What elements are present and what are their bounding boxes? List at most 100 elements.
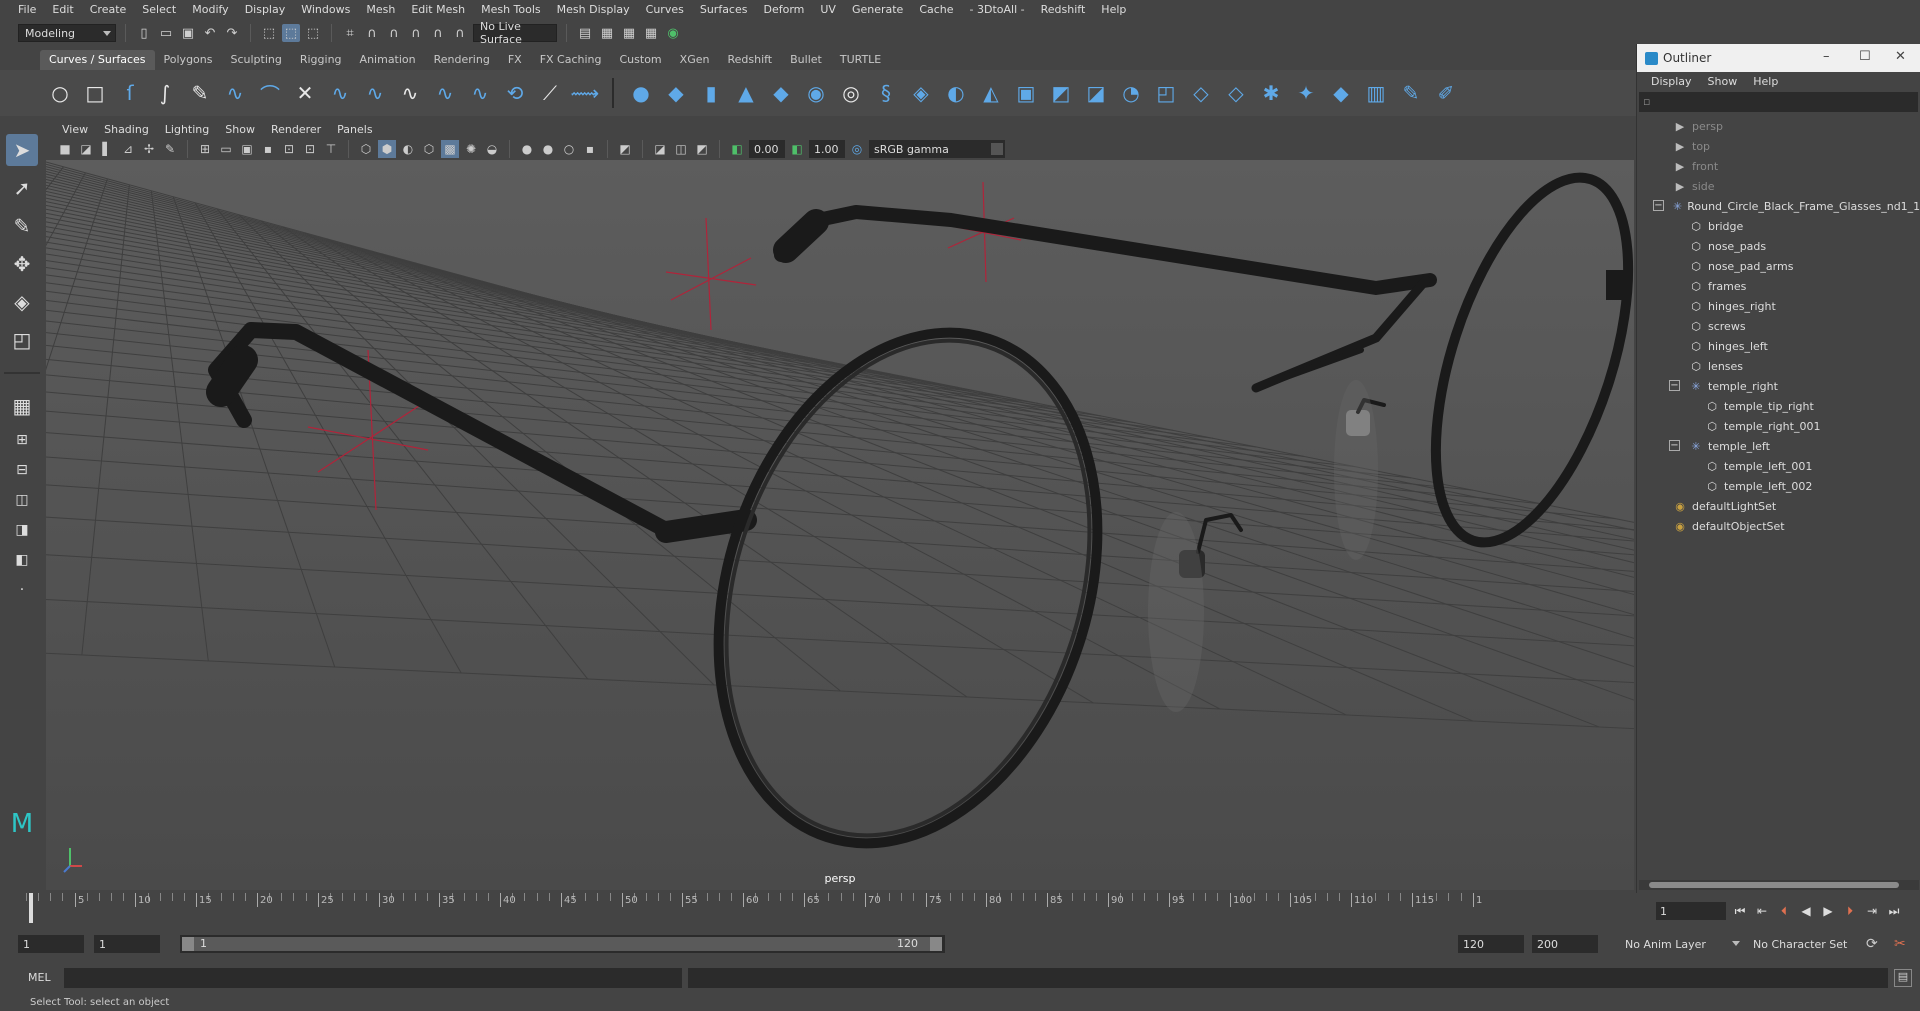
play-forwards-icon[interactable]: ▶ (1820, 904, 1836, 918)
textured-icon[interactable]: ▩ (441, 140, 459, 158)
exposure-field[interactable]: 0.00 (749, 140, 785, 158)
insert-isoparm-icon[interactable]: ▥ (1362, 79, 1390, 107)
script-editor-icon[interactable]: ▤ (1894, 969, 1912, 987)
attach-surfaces-icon[interactable]: ✱ (1257, 79, 1285, 107)
menu-edit[interactable]: Edit (44, 0, 81, 20)
menu-curves[interactable]: Curves (638, 0, 692, 20)
xray-joints-icon[interactable]: ◫ (672, 140, 690, 158)
temple-right[interactable] (774, 205, 1437, 295)
outliner-item[interactable]: ⬡ lenses (1637, 356, 1920, 376)
revolve-icon[interactable]: ◎ (837, 79, 865, 107)
arc-tool-icon[interactable]: ⌒ (256, 79, 284, 107)
nurbs-cylinder-icon[interactable]: ▮ (697, 79, 725, 107)
side-by-side-layout-icon[interactable]: ⊟ (6, 458, 38, 482)
outliner-menu-help[interactable]: Help (1747, 75, 1784, 88)
outliner-item[interactable]: ▶ side (1637, 176, 1920, 196)
range-slider-handle[interactable]: 1 120 (182, 937, 942, 951)
lasso-tool-icon[interactable]: ➚ (6, 172, 38, 204)
nurbs-torus-icon[interactable]: ◉ (802, 79, 830, 107)
snap-surface-icon[interactable]: ∩ (429, 24, 447, 42)
boundary-icon[interactable]: ◩ (1047, 79, 1075, 107)
shelf-tab-fx-caching[interactable]: FX Caching (531, 50, 611, 70)
surface-editing-icon[interactable]: ✐ (1432, 79, 1460, 107)
bookmark-icon[interactable]: ▌ (98, 140, 116, 158)
xray-components-icon[interactable]: ◩ (693, 140, 711, 158)
outliner-item[interactable]: ⬡ temple_right_001 (1637, 416, 1920, 436)
paint-select-icon[interactable]: ✎ (6, 210, 38, 242)
maximize-icon[interactable]: ☐ (1859, 49, 1871, 64)
color-management-icon[interactable]: ◎ (848, 140, 866, 158)
outliner-item[interactable]: ⬡ nose_pads (1637, 236, 1920, 256)
shelf-tab-fx[interactable]: FX (499, 50, 531, 70)
current-frame-field[interactable]: 1 (1656, 902, 1726, 920)
single-perspective-layout-icon[interactable]: ▦ (6, 390, 38, 422)
menu-generate[interactable]: Generate (844, 0, 911, 20)
shelf-tab-polygons[interactable]: Polygons (155, 50, 222, 70)
close-icon[interactable]: ✕ (1895, 49, 1906, 64)
outliner-item[interactable]: ◉ defaultLightSet (1637, 496, 1920, 516)
scene-canvas[interactable] (46, 160, 1634, 890)
outliner-item[interactable]: ▶ top (1637, 136, 1920, 156)
sculpt-geometry-icon[interactable]: ✎ (1397, 79, 1425, 107)
menu-file[interactable]: File (10, 0, 44, 20)
temple-tip-left[interactable] (206, 345, 258, 407)
safe-action-icon[interactable]: ⊡ (301, 140, 319, 158)
untrim-icon[interactable]: ◰ (1152, 79, 1180, 107)
pencil-curve-icon[interactable]: ✎ (186, 79, 214, 107)
rebuild-curve-icon[interactable]: ∿ (396, 79, 424, 107)
menu-deform[interactable]: Deform (755, 0, 812, 20)
collapse-toggle-icon[interactable]: − (1653, 200, 1664, 211)
outliner-item[interactable]: − ✳ Round_Circle_Black_Frame_Glasses_nd1_1 (1637, 196, 1920, 216)
range-slider[interactable]: 1 120 (180, 935, 945, 953)
minimize-icon[interactable]: – (1823, 49, 1830, 64)
insert-knot-icon[interactable]: ∿ (361, 79, 389, 107)
ipr-render-icon[interactable]: ▦ (620, 24, 638, 42)
new-scene-icon[interactable]: ▯ (135, 24, 153, 42)
layout-menu-icon[interactable]: · (6, 578, 38, 602)
magnet-icon[interactable]: ∩ (451, 24, 469, 42)
open-scene-icon[interactable]: ▭ (157, 24, 175, 42)
select-component-icon[interactable]: ⬚ (304, 24, 322, 42)
two-d-pan-icon[interactable]: ✢ (140, 140, 158, 158)
outliner-item[interactable]: ▶ persp (1637, 116, 1920, 136)
outliner-item[interactable]: ⬡ nose_pad_arms (1637, 256, 1920, 276)
outliner-item[interactable]: ⬡ screws (1637, 316, 1920, 336)
temple-left[interactable] (208, 322, 674, 538)
outliner-item[interactable]: ⬡ frames (1637, 276, 1920, 296)
menu-uv[interactable]: UV (812, 0, 844, 20)
default-material-icon[interactable]: ◐ (399, 140, 417, 158)
grid-icon[interactable]: ⊞ (196, 140, 214, 158)
time-slider-track[interactable]: 5 10 15 20 25 30 35 40 45 50 55 60 65 70 75 80 85 90 95 100… (26, 893, 1638, 925)
scroll-thumb[interactable] (1649, 882, 1899, 888)
menu-mesh-display[interactable]: Mesh Display (549, 0, 638, 20)
viewport-menu-renderer[interactable]: Renderer (263, 123, 329, 136)
menu-redshift[interactable]: Redshift (1033, 0, 1094, 20)
extend-surface-icon[interactable]: ◇ (1187, 79, 1215, 107)
attach-curves-icon[interactable]: ✕ (291, 79, 319, 107)
outliner-item[interactable]: ⬡ temple_tip_right (1637, 396, 1920, 416)
step-back-frame-icon[interactable]: ⏴ (1776, 904, 1792, 919)
go-to-start-icon[interactable]: ⏮ (1732, 904, 1748, 919)
use-all-lights-icon[interactable]: ✺ (462, 140, 480, 158)
exposure-icon[interactable]: ◧ (728, 140, 746, 158)
menu-create[interactable]: Create (82, 0, 135, 20)
temple-tip-right[interactable] (773, 209, 829, 263)
bevel-plus-icon[interactable]: ▣ (1012, 79, 1040, 107)
viewport-menu-lighting[interactable]: Lighting (157, 123, 217, 136)
square-surface-icon[interactable]: ◪ (1082, 79, 1110, 107)
outliner-item[interactable]: − ✳ temple_right (1637, 376, 1920, 396)
animation-preferences-icon[interactable]: ✂ (1894, 936, 1906, 952)
extend-curve-icon[interactable]: ⟋ (536, 79, 564, 107)
command-language-label[interactable]: MEL (28, 971, 51, 984)
time-slider[interactable]: 5 10 15 20 25 30 35 40 45 50 55 60 65 70 75 80 85 90 95 100… (26, 893, 1638, 925)
snap-curve-icon[interactable]: ∩ (363, 24, 381, 42)
collapse-toggle-icon[interactable]: − (1669, 440, 1680, 451)
menu-mesh-tools[interactable]: Mesh Tools (473, 0, 549, 20)
outliner-item[interactable]: ⬡ bridge (1637, 216, 1920, 236)
cv-curve-icon[interactable]: ſ (116, 79, 144, 107)
frame-right[interactable] (1397, 160, 1634, 565)
redo-icon[interactable]: ↷ (223, 24, 241, 42)
outliner-item[interactable]: − ✳ temple_left (1637, 436, 1920, 456)
menu-windows[interactable]: Windows (293, 0, 358, 20)
hypershade-icon[interactable]: ◉ (664, 24, 682, 42)
